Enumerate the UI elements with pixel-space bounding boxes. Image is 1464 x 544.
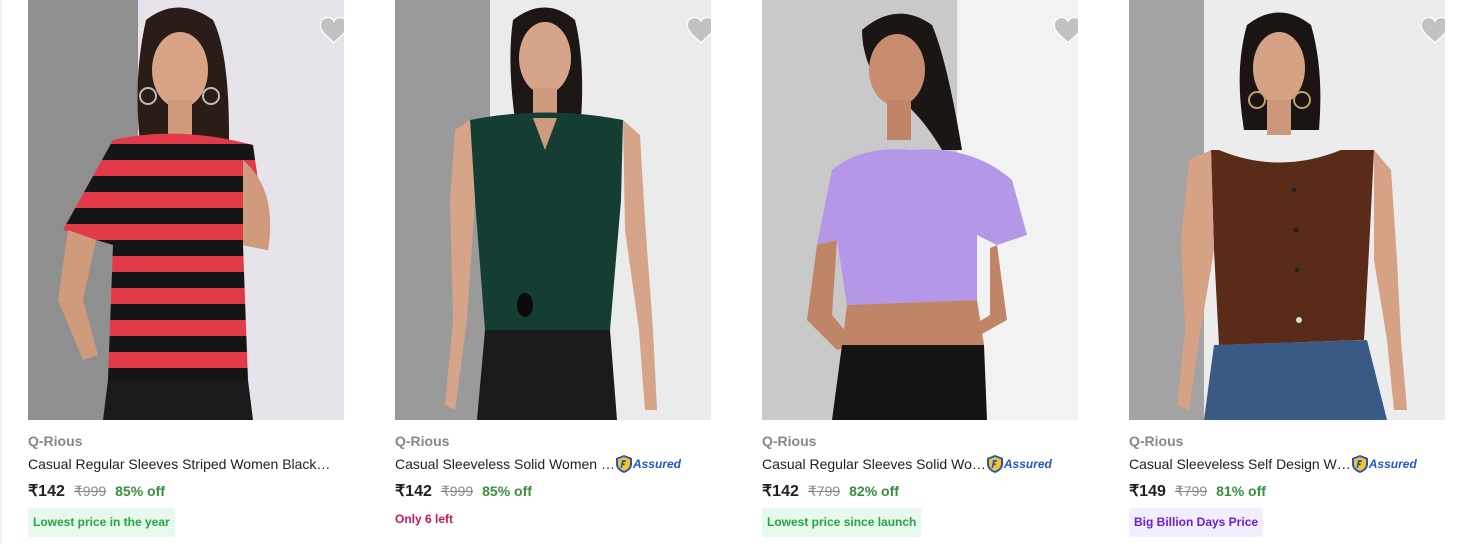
price-row: ₹142 ₹999 85% off xyxy=(395,481,532,501)
product-image[interactable] xyxy=(395,0,711,420)
product-brand: Q-Rious xyxy=(762,433,817,449)
product-title-row[interactable]: Casual Sleeveless Self Design W… Assured xyxy=(1129,454,1445,474)
assured-badge: Assured xyxy=(986,455,1052,473)
product-card[interactable]: Q-Rious Casual Sleeveless Solid Women … … xyxy=(395,0,711,544)
assured-label: Assured xyxy=(1368,457,1417,471)
product-image[interactable] xyxy=(762,0,1078,420)
selling-price: ₹142 xyxy=(762,483,799,500)
product-image[interactable] xyxy=(1129,0,1445,420)
price-row: ₹142 ₹999 85% off xyxy=(28,481,165,501)
heart-icon[interactable] xyxy=(1420,16,1445,44)
price-row: ₹149 ₹799 81% off xyxy=(1129,481,1266,501)
discount-label: 85% off xyxy=(115,483,165,499)
stock-tag: Only 6 left xyxy=(395,512,454,526)
price-row: ₹142 ₹799 82% off xyxy=(762,481,899,501)
product-title-row[interactable]: Casual Regular Sleeves Solid Wo… Assured xyxy=(762,454,1078,474)
selling-price: ₹142 xyxy=(28,483,65,500)
flipkart-assured-shield-icon xyxy=(615,455,632,473)
original-price: ₹999 xyxy=(73,483,107,499)
product-title[interactable]: Casual Regular Sleeves Solid Wo… xyxy=(762,456,986,472)
product-title-row[interactable]: Casual Sleeveless Solid Women … Assured xyxy=(395,454,711,474)
product-title[interactable]: Casual Sleeveless Solid Women … xyxy=(395,456,615,472)
discount-label: 81% off xyxy=(1216,483,1266,499)
heart-icon[interactable] xyxy=(686,16,711,44)
heart-icon[interactable] xyxy=(319,16,344,44)
assured-badge: Assured xyxy=(1351,455,1417,473)
product-image[interactable] xyxy=(28,0,344,420)
product-brand: Q-Rious xyxy=(1129,433,1184,449)
discount-label: 82% off xyxy=(849,483,899,499)
offer-tag: Big Billion Days Price xyxy=(1129,508,1264,537)
assured-badge: Assured xyxy=(615,455,681,473)
offer-tag: Lowest price since launch xyxy=(762,508,922,537)
assured-label: Assured xyxy=(632,457,681,471)
discount-label: 85% off xyxy=(482,483,532,499)
selling-price: ₹149 xyxy=(1129,483,1166,500)
heart-icon[interactable] xyxy=(1053,16,1078,44)
selling-price: ₹142 xyxy=(395,483,432,500)
product-title[interactable]: Casual Sleeveless Self Design W… xyxy=(1129,456,1351,472)
product-card[interactable]: Q-Rious Casual Regular Sleeves Striped W… xyxy=(28,0,344,544)
product-card[interactable]: Q-Rious Casual Sleeveless Self Design W…… xyxy=(1129,0,1445,544)
flipkart-assured-shield-icon xyxy=(1351,455,1368,473)
product-brand: Q-Rious xyxy=(395,433,450,449)
original-price: ₹799 xyxy=(807,483,841,499)
product-card[interactable]: Q-Rious Casual Regular Sleeves Solid Wo…… xyxy=(762,0,1078,544)
flipkart-assured-shield-icon xyxy=(986,455,1003,473)
original-price: ₹999 xyxy=(440,483,474,499)
original-price: ₹799 xyxy=(1174,483,1208,499)
left-edge-divider xyxy=(0,0,2,544)
product-brand: Q-Rious xyxy=(28,433,83,449)
offer-tag: Lowest price in the year xyxy=(28,508,175,537)
product-title-row[interactable]: Casual Regular Sleeves Striped Women Bla… xyxy=(28,454,344,474)
product-title[interactable]: Casual Regular Sleeves Striped Women Bla… xyxy=(28,456,330,472)
assured-label: Assured xyxy=(1003,457,1052,471)
